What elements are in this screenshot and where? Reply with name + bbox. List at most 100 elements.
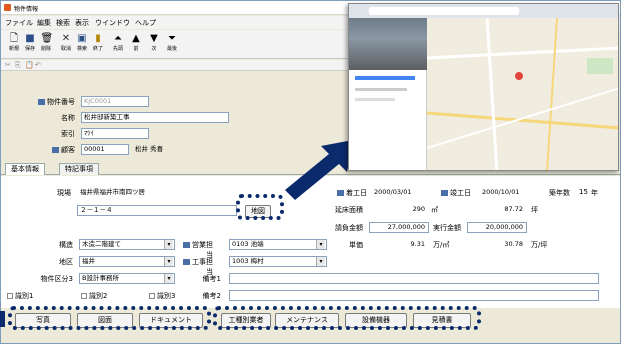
tab-basic[interactable]: 基本情報 [5,163,45,175]
right-buttons-highlight [213,306,481,330]
checkbox-icon [149,293,155,299]
note2-field[interactable] [229,290,599,301]
delete-button[interactable]: 🗑 削除 [37,32,55,56]
trash-icon: 🗑 [40,33,54,44]
index-field[interactable]: ﾏﾂｲ [81,128,149,139]
unit-man-tsubo: 万/坪 [531,241,548,249]
street-photo[interactable] [349,18,427,70]
unitprice-m2-field[interactable]: 9.31 [369,239,429,250]
finish-date-field[interactable]: 2000/10/01 [479,187,541,198]
name-label: 名称 [61,114,75,122]
search-icon: ▣ [77,33,87,44]
start-date-field[interactable]: 2000/03/01 [371,187,433,198]
search-icon[interactable] [183,242,190,248]
note2-label: 備考2 [202,292,221,300]
floor-m2-field[interactable]: 290 [369,204,429,215]
structure-select[interactable]: 木造二階建て [79,239,175,250]
menu-window[interactable]: ウインドウ [95,18,130,28]
undo-icon[interactable]: ↶ [35,61,41,69]
menu-view[interactable]: 表示 [75,18,89,28]
app-icon [4,4,11,11]
next-button[interactable]: ▼ 次 [145,32,163,56]
check-2[interactable]: 識別2 [81,291,107,301]
arrow-icon [285,140,353,200]
left-buttons-highlight [8,306,211,330]
bukken-no-field[interactable]: KJC0001 [81,96,149,107]
edit-toolbar: ✂ ⎘ 📋 ↶ [1,60,371,71]
map-roads [426,17,618,170]
search-icon[interactable] [52,147,59,153]
save-icon: ■ [25,33,35,44]
screen: 物件情報 ファイル 編集 検索 表示 ウインドウ ヘルプ 🗋 新規 ■ 保存 🗑 削除… [0,0,621,344]
structure-label: 構造 [59,241,73,249]
unit-man-m2: 万/㎡ [433,241,450,249]
first-button[interactable]: ⏶ 先頭 [109,32,127,56]
area-select[interactable]: 福井 [79,256,175,267]
sales-select[interactable]: 0103 池端 [229,239,327,250]
checkbox-icon [7,293,13,299]
prev-button[interactable]: ▲ 前 [127,32,145,56]
finish-date-label: 竣工日 [441,188,471,198]
tab-notes[interactable]: 特記事項 [59,163,99,175]
unitprice-label: 単価 [349,241,363,249]
search-icon[interactable] [38,99,45,105]
checkbox-icon [81,293,87,299]
unit-tsubo: 坪 [531,206,538,214]
client-label: 顧客 [27,145,75,155]
prev-icon: ▲ [132,33,140,44]
contract-field[interactable]: 27,000,000 [369,222,429,233]
map-button-highlight [236,194,284,220]
menu-help[interactable]: ヘルプ [135,18,156,28]
note1-label: 備考1 [202,275,221,283]
unitprice-tsubo-field[interactable]: 30.78 [471,239,527,250]
index-label: 索引 [61,130,75,138]
info-line [355,98,395,101]
search-icon[interactable] [183,259,190,265]
exit-icon: ▮ [95,33,101,44]
cut-icon[interactable]: ✂ [5,61,11,69]
note1-field[interactable] [229,273,599,284]
window-title: 物件情報 [14,6,39,13]
floor-area-label: 延床面積 [335,206,363,214]
exit-button[interactable]: ▮ 終了 [89,32,107,56]
toolbar: 🗋 新規 ■ 保存 🗑 削除 ✕ 取消 ▣ 検索 ▮ 終了 ⏶ 先頭 ▲ 前 ▼ 次 ⏷ 最後 [1,30,371,59]
name-field[interactable]: 松井邸新築工事 [81,112,229,123]
check-1[interactable]: 識別1 [7,291,33,301]
route-button[interactable] [355,76,415,80]
site-line2[interactable]: ２－１－４ [77,205,237,216]
check-3[interactable]: 識別3 [149,291,175,301]
class3-select[interactable]: B設計事務所 [79,273,175,284]
bukken-no-label: 物件番号 [27,97,75,107]
document-icon: 🗋 [9,33,19,44]
menu-edit[interactable]: 編集 [37,18,51,28]
cancel-icon: ✕ [61,33,71,44]
works-select[interactable]: 1003 梅村 [229,256,327,267]
floor-tsubo-field[interactable]: 87.72 [471,204,527,215]
browser-chrome [349,4,618,18]
calendar-icon[interactable] [441,190,448,196]
budget-label: 実行金額 [433,224,461,232]
next-icon: ▼ [150,33,158,44]
copy-icon[interactable]: ⎘ [15,61,21,70]
paste-icon[interactable]: 📋 [25,61,34,69]
client-code-field[interactable]: 00001 [81,144,129,155]
map-popup-window [348,3,619,171]
age-label: 築年数 [549,189,570,197]
address-bar[interactable] [369,7,519,15]
site-label: 現場 [57,189,71,197]
area-label: 地区 [59,258,73,266]
age-unit: 年 [591,189,598,197]
site-line1[interactable]: 福井県福井市南四ツ居 [77,187,237,198]
left-edge-marker [0,311,5,327]
budget-field[interactable]: 20,000,000 [467,222,527,233]
last-icon: ⏷ [168,33,176,44]
first-icon: ⏶ [114,33,122,44]
map-view[interactable] [426,17,618,170]
last-button[interactable]: ⏷ 最後 [163,32,181,56]
class3-label: 物件区分3 [40,275,73,283]
menu-search[interactable]: 検索 [56,18,70,28]
unit-m2: ㎡ [431,206,438,214]
client-name: 松井 秀喜 [135,145,164,153]
info-line [355,88,407,91]
menu-file[interactable]: ファイル [5,18,33,28]
